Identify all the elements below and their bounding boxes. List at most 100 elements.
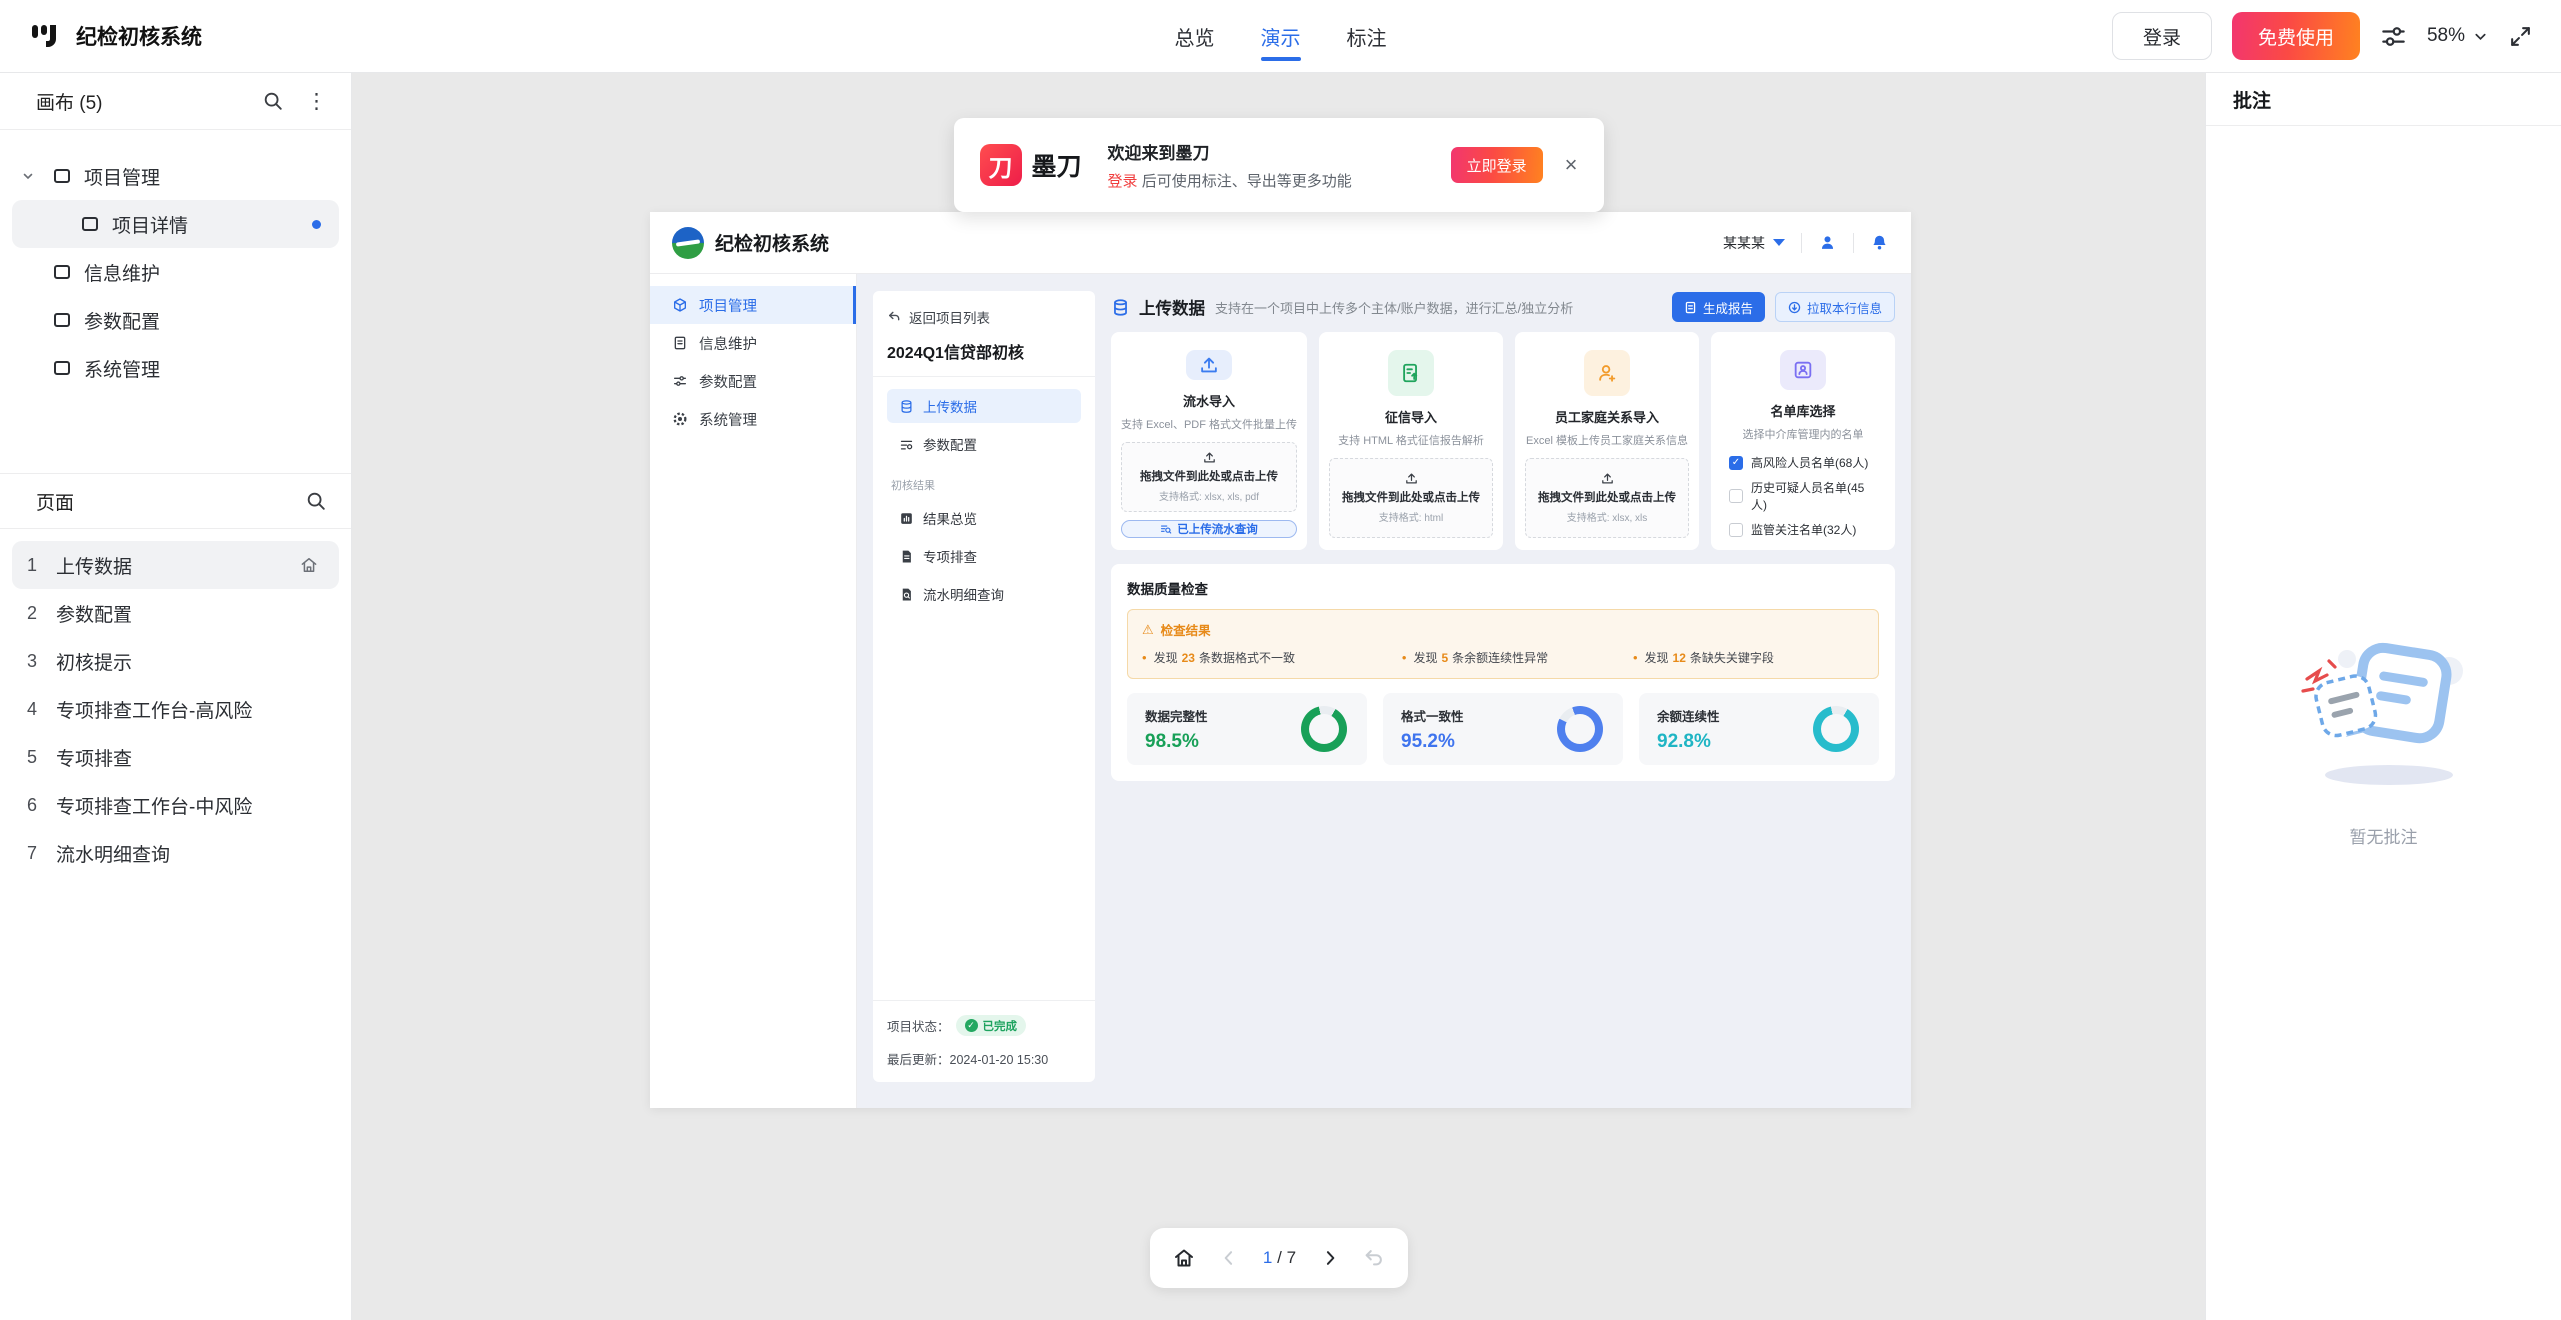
sub-nav-result-overview[interactable]: 结果总览 xyxy=(887,501,1081,535)
cube-icon xyxy=(672,297,688,313)
topbar-actions: 登录 免费使用 58% xyxy=(2112,12,2533,60)
check-result-alert: ⚠ 检查结果 •发现23条数据格式不一致 •发现5条余额连续性异常 •发现12条… xyxy=(1127,609,1879,679)
upload-icon xyxy=(1186,350,1232,380)
sliders-gear-icon xyxy=(899,437,914,452)
page-item-5[interactable]: 5 专项排查 xyxy=(12,733,339,781)
option-high-risk[interactable]: ✓ 高风险人员名单(68人) xyxy=(1729,454,1877,471)
sub-nav-param-config[interactable]: 参数配置 xyxy=(887,427,1081,461)
prototype-nav: 项目管理 信息维护 参数配置 系统管理 xyxy=(650,274,857,1108)
login-button[interactable]: 登录 xyxy=(2112,12,2212,60)
pull-bank-info-button[interactable]: 拉取本行信息 xyxy=(1775,292,1895,322)
checkbox-icon[interactable] xyxy=(1729,489,1743,503)
card-title: 征信导入 xyxy=(1385,407,1437,426)
card-flow-import: 流水导入 支持 Excel、PDF 格式文件批量上传 拖拽文件到此处或点击上传 … xyxy=(1111,332,1307,550)
tab-annotation[interactable]: 标注 xyxy=(1347,0,1387,72)
page-item-4[interactable]: 4 专项排查工作台-高风险 xyxy=(12,685,339,733)
page-item-7[interactable]: 7 流水明细查询 xyxy=(12,829,339,877)
frame-icon xyxy=(54,313,70,327)
upload-icon xyxy=(1404,471,1419,486)
presentation-canvas: 刀 墨刀 欢迎来到墨刀 登录 后可使用标注、导出等更多功能 立即登录 × 纪检初… xyxy=(352,73,2205,1320)
login-now-button[interactable]: 立即登录 xyxy=(1451,147,1543,183)
prototype-frame: 纪检初核系统 某某某 xyxy=(650,212,1911,1108)
bell-icon[interactable] xyxy=(1870,233,1889,252)
chevron-right-icon xyxy=(1320,1248,1340,1268)
quality-title: 数据质量检查 xyxy=(1127,578,1879,598)
tree-item-project-detail[interactable]: 项目详情 xyxy=(12,200,339,248)
zoom-level: 58% xyxy=(2427,25,2465,47)
pages-list: 1 上传数据 2 参数配置 3 初核提示 4 专项排查工作台-高风险 xyxy=(0,529,351,889)
card-title: 员工家庭关系导入 xyxy=(1555,407,1659,426)
upload-data-page: 上传数据 支持在一个项目中上传多个主体/账户数据，进行汇总/独立分析 生成报告 … xyxy=(1111,291,1895,1108)
preferences-icon[interactable] xyxy=(2380,23,2407,50)
page-item-6[interactable]: 6 专项排查工作台-中风险 xyxy=(12,781,339,829)
sub-nav-flow-detail[interactable]: 流水明细查询 xyxy=(887,577,1081,611)
document-upload-icon xyxy=(1388,350,1434,396)
banner-login-link[interactable]: 登录 xyxy=(1108,173,1138,190)
tree-item-info-maintain[interactable]: 信息维护 xyxy=(12,248,339,296)
donut-chart xyxy=(1301,706,1347,752)
frame-icon xyxy=(54,265,70,279)
search-icon[interactable] xyxy=(305,490,327,512)
free-trial-button[interactable]: 免费使用 xyxy=(2232,12,2360,60)
document-icon xyxy=(672,335,688,351)
home-button[interactable] xyxy=(1172,1246,1196,1270)
card-desc: 支持 Excel、PDF 格式文件批量上传 xyxy=(1121,416,1297,432)
generate-report-button[interactable]: 生成报告 xyxy=(1672,292,1765,322)
sub-nav-upload-data[interactable]: 上传数据 xyxy=(887,389,1081,423)
back-to-project-list[interactable]: 返回项目列表 xyxy=(887,307,1081,327)
tab-overview[interactable]: 总览 xyxy=(1175,0,1215,72)
checkbox-checked-icon[interactable]: ✓ xyxy=(1729,456,1743,470)
list-options: ✓ 高风险人员名单(68人) 历史可疑人员名单(45人) xyxy=(1721,454,1885,538)
prev-page-button[interactable] xyxy=(1219,1248,1239,1268)
nav-param-config[interactable]: 参数配置 xyxy=(650,362,856,400)
fullscreen-icon[interactable] xyxy=(2508,24,2533,49)
card-desc: 选择中介库管理内的名单 xyxy=(1743,426,1864,442)
card-desc: 支持 HTML 格式征信报告解析 xyxy=(1338,432,1484,448)
family-dropzone[interactable]: 拖拽文件到此处或点击上传 支持格式: xlsx, xls xyxy=(1525,458,1689,538)
upload-cards: 流水导入 支持 Excel、PDF 格式文件批量上传 拖拽文件到此处或点击上传 … xyxy=(1111,332,1895,550)
next-page-button[interactable] xyxy=(1320,1248,1340,1268)
page-title-row: 上传数据 支持在一个项目中上传多个主体/账户数据，进行汇总/独立分析 生成报告 … xyxy=(1111,291,1895,323)
option-history-suspect[interactable]: 历史可疑人员名单(45人) xyxy=(1729,479,1877,513)
status-badge: ✓ 已完成 xyxy=(956,1015,1027,1036)
tree-item-system-management[interactable]: 系统管理 xyxy=(12,344,339,392)
nav-project-management[interactable]: 项目管理 xyxy=(650,286,856,324)
option-regulator-watch[interactable]: 监管关注名单(32人) xyxy=(1729,521,1877,538)
brand-name: 墨刀 xyxy=(1032,147,1082,183)
user-icon[interactable] xyxy=(1818,233,1837,252)
card-desc: Excel 模板上传员工家庭关系信息 xyxy=(1526,432,1688,448)
credit-dropzone[interactable]: 拖拽文件到此处或点击上传 支持格式: html xyxy=(1329,458,1493,538)
project-sidebar: 返回项目列表 2024Q1信贷部初核 上传数据 参数配置 xyxy=(873,291,1095,1082)
page-item-2[interactable]: 2 参数配置 xyxy=(12,589,339,637)
page-item-3[interactable]: 3 初核提示 xyxy=(12,637,339,685)
page-item-1[interactable]: 1 上传数据 xyxy=(12,541,339,589)
pull-download-icon xyxy=(1788,301,1801,314)
empty-annotations-label: 暂无批注 xyxy=(2350,823,2418,848)
flow-dropzone[interactable]: 拖拽文件到此处或点击上传 支持格式: xlsx, xls, pdf xyxy=(1121,442,1297,512)
canvas-count-label: 画布 (5) xyxy=(36,88,262,115)
chevron-down-icon xyxy=(22,170,34,182)
more-options-icon[interactable]: ⋮ xyxy=(306,91,327,112)
prototype-user-area: 某某某 xyxy=(1723,233,1889,253)
close-icon[interactable]: × xyxy=(1565,154,1578,176)
annotation-panel-title: 批注 xyxy=(2206,73,2561,126)
tab-presentation[interactable]: 演示 xyxy=(1261,0,1301,72)
canvas-sidebar: 画布 (5) ⋮ 项目管理 项目详情 xyxy=(0,73,352,1320)
checkbox-icon[interactable] xyxy=(1729,523,1743,537)
zoom-control[interactable]: 58% xyxy=(2427,25,2488,47)
section-label: 初核结果 xyxy=(891,477,1081,493)
undo-button[interactable] xyxy=(1363,1247,1385,1269)
search-icon[interactable] xyxy=(262,90,284,112)
tree-item-param-config[interactable]: 参数配置 xyxy=(12,296,339,344)
bar-chart-icon xyxy=(899,511,914,526)
annotation-empty-state: 暂无批注 xyxy=(2206,633,2561,848)
tree-item-project-management[interactable]: 项目管理 xyxy=(12,152,339,200)
list-search-icon xyxy=(1160,523,1172,535)
uploaded-flow-query-button[interactable]: 已上传流水查询 xyxy=(1121,520,1297,538)
chevron-down-icon xyxy=(2473,29,2488,44)
canvas-list-header: 画布 (5) ⋮ xyxy=(0,73,351,130)
nav-system-management[interactable]: 系统管理 xyxy=(650,400,856,438)
nav-info-maintain[interactable]: 信息维护 xyxy=(650,324,856,362)
username[interactable]: 某某某 xyxy=(1723,233,1765,253)
sub-nav-special-check[interactable]: 专项排查 xyxy=(887,539,1081,573)
